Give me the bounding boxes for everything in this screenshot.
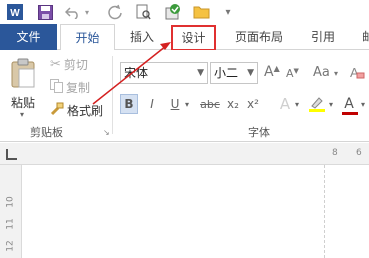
ruler-number: 6	[356, 148, 362, 158]
ruler-number: 11	[5, 218, 16, 230]
ruler-number: 12	[5, 240, 16, 252]
page-margin-line	[324, 165, 325, 258]
ruler-number: 8	[332, 148, 338, 158]
horizontal-ruler: 8 6	[0, 143, 369, 165]
vertical-ruler: 10 11 12	[0, 165, 22, 258]
tab-selector-icon[interactable]	[6, 149, 17, 160]
ruler-number: 10	[5, 196, 16, 208]
document-page[interactable]	[22, 165, 369, 258]
